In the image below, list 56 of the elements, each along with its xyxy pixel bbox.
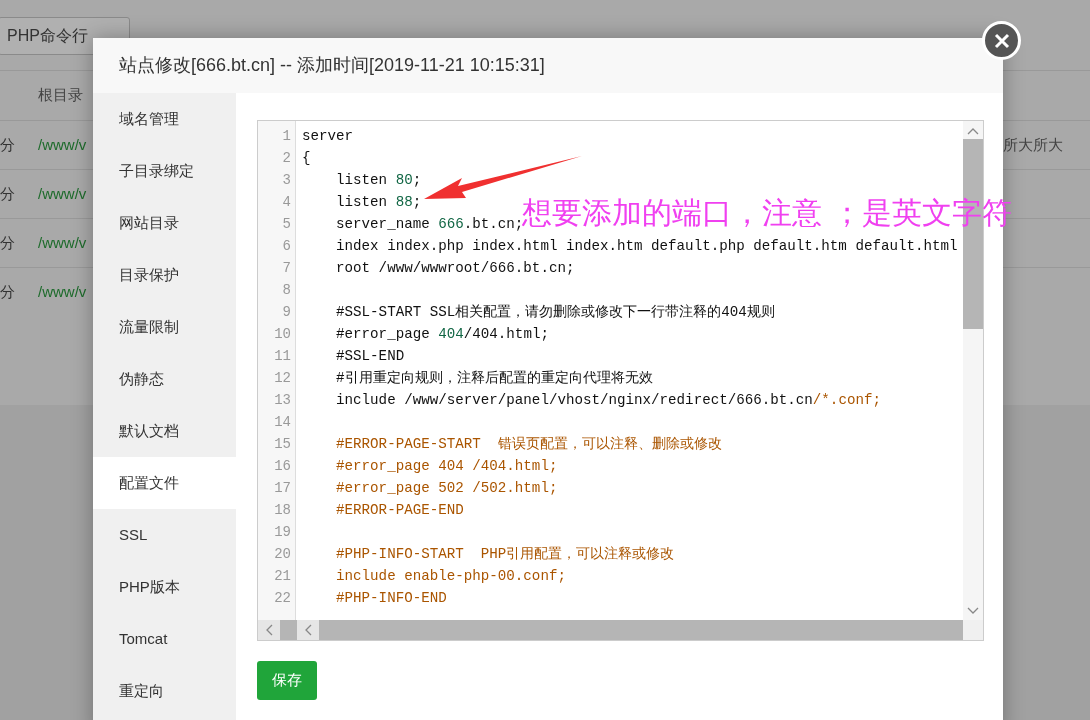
line-number: 22 [274,589,291,608]
line-number: 10 [274,325,291,344]
code-line: listen 80; [335,172,422,188]
line-number: 19 [274,523,291,542]
code-line: { [302,150,311,166]
line-number: 17 [274,479,291,498]
code-editor[interactable] [257,120,984,641]
chevron-left-icon[interactable] [304,624,312,636]
line-number: 4 [282,193,291,212]
table-cell-text: 分 [0,183,16,204]
code-line: include /www/server/panel/vhost/nginx/redirect/666.bt.cn/*.conf; [335,392,881,408]
code-line: include enable-php-00.conf; [335,568,566,584]
line-number: 2 [282,149,291,168]
line-number: 16 [274,457,291,476]
line-number: 3 [282,171,291,190]
code-line: #SSL-START SSL相关配置，请勿删除或修改下一行带注释的404规则 [335,304,775,320]
line-number: 13 [274,391,291,410]
line-number: 1 [282,127,291,146]
code-line: #ERROR-PAGE-START 错误页配置，可以注释、删除或修改 [335,436,722,452]
line-number: 15 [274,435,291,454]
chevron-down-icon[interactable] [967,607,979,615]
scrollbar-thumb[interactable] [280,620,297,640]
table-cell-text: 分 [0,232,16,253]
line-number: 9 [282,303,291,322]
code-line: listen 88; [335,194,422,210]
sidebar-item[interactable]: 配置文件 [93,457,236,509]
close-button[interactable] [982,21,1021,60]
code-line: index index.php index.html index.htm default.php default.htm default.html [335,238,958,254]
code-line: #error_page 502 /502.html; [335,480,558,496]
code-line: server [302,128,354,144]
line-number: 14 [274,413,291,432]
table-cell-text: 分 [0,281,16,302]
code-line: root /www/wwwroot/666.bt.cn; [335,260,575,276]
code-line: #ERROR-PAGE-END [335,502,464,518]
line-number: 11 [274,347,291,366]
line-number: 7 [282,259,291,278]
line-number: 12 [274,369,291,388]
code-line: #error_page 404 /404.html; [335,458,558,474]
code-line: #error_page 404/404.html; [335,326,549,342]
line-number: 18 [274,501,291,520]
line-number: 21 [274,567,291,586]
line-number: 5 [282,215,291,234]
table-cell-text: 分 [0,134,16,155]
code-line: #引用重定向规则，注释后配置的重定向代理将无效 [335,370,653,386]
close-icon [993,32,1010,49]
chevron-up-icon[interactable] [967,127,979,135]
dialog-title: 站点修改[666.bt.cn] -- 添加时间[2019-11-21 10:15:31] [119,54,545,77]
code-line: #SSL-END [335,348,405,364]
chevron-left-icon[interactable] [265,624,273,636]
line-number: 8 [282,281,291,300]
table-cell-text: 所大所大 [1003,134,1063,155]
code-line: #PHP-INFO-START PHP引用配置，可以注释或修改 [335,546,675,562]
line-number: 6 [282,237,291,256]
line-number: 20 [274,545,291,564]
column-header: 根目录 [38,85,83,106]
code-line: #PHP-INFO-END [335,590,447,606]
